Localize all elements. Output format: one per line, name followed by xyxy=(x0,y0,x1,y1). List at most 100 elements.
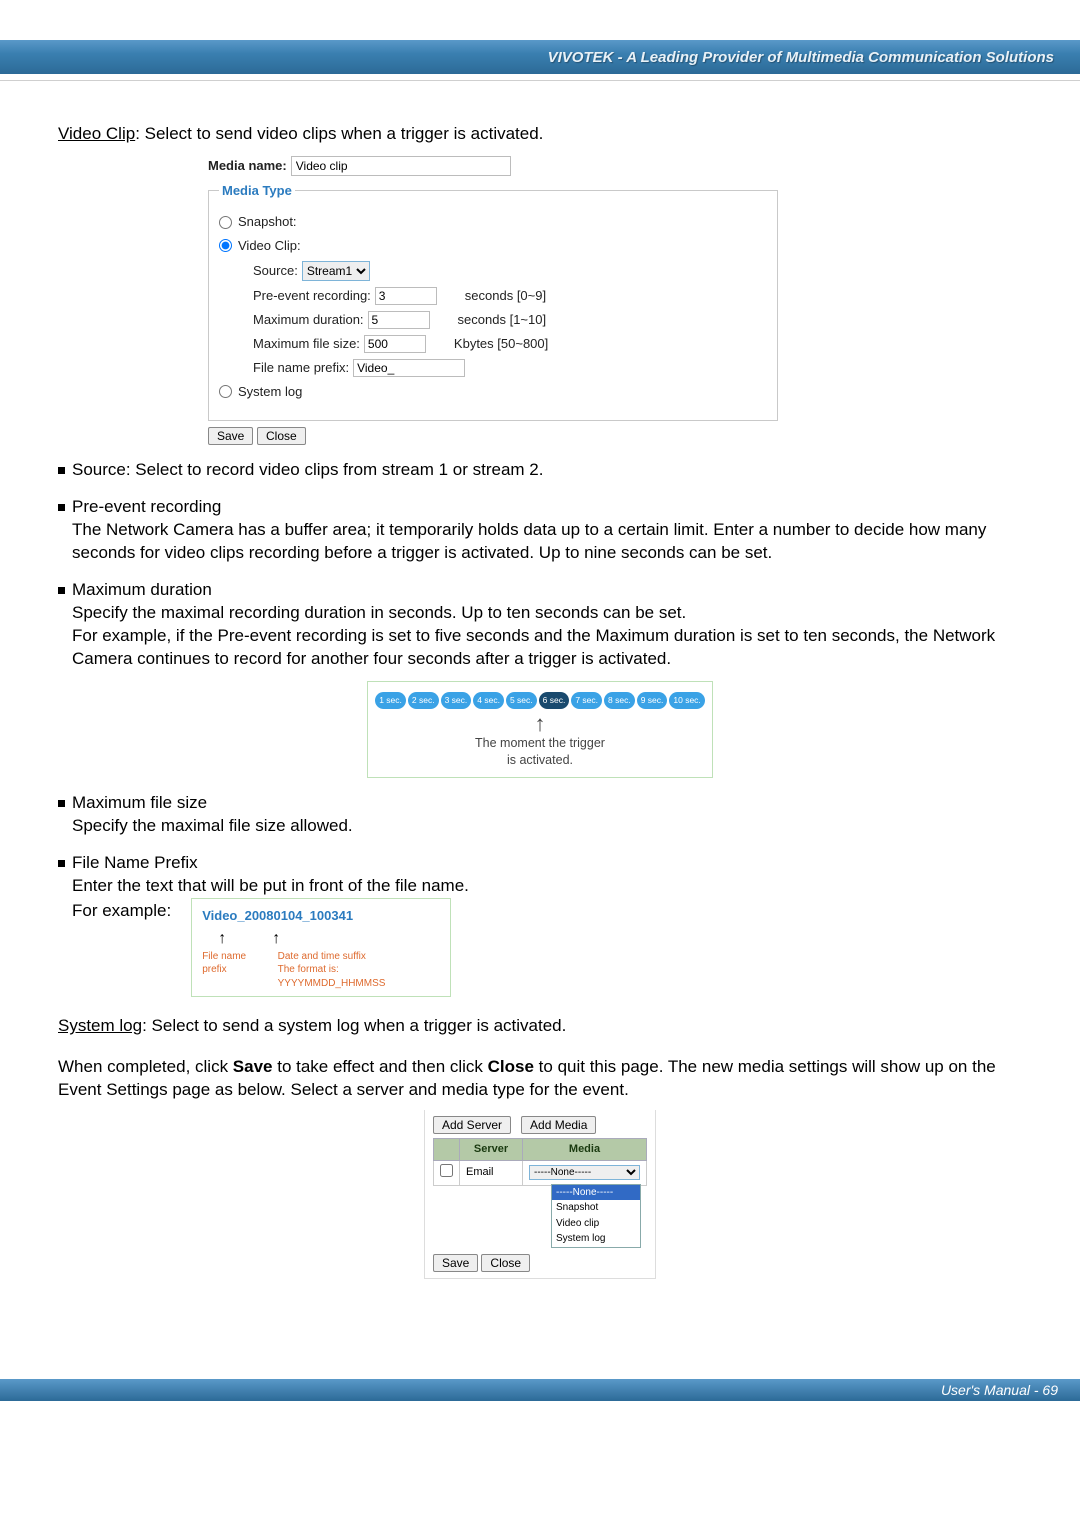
max-duration-heading: Maximum duration xyxy=(72,579,1022,602)
system-log-paragraph: System log: Select to send a system log … xyxy=(58,1015,1022,1038)
video-clip-intro: Video Clip: Select to send video clips w… xyxy=(58,123,1022,146)
system-log-label-option: System log xyxy=(238,383,302,401)
suffix-label-1: Date and time suffix xyxy=(278,951,366,962)
mini-close-button[interactable]: Close xyxy=(481,1254,530,1272)
arrow-up-icon: ↑ xyxy=(374,713,706,735)
pill-active: 6 sec. xyxy=(539,692,570,709)
pre-event-suffix: seconds [0~9] xyxy=(465,287,546,305)
bullet-icon xyxy=(58,860,65,867)
media-name-input[interactable] xyxy=(291,156,511,176)
pill: 2 sec. xyxy=(408,692,439,709)
bullet-pre-event: Pre-event recording The Network Camera h… xyxy=(58,496,1022,565)
page-header: VIVOTEK - A Leading Provider of Multimed… xyxy=(0,40,1080,74)
row-checkbox[interactable] xyxy=(440,1164,453,1177)
dropdown-option[interactable]: Video clip xyxy=(552,1216,640,1232)
max-duration-label: Maximum duration: xyxy=(253,311,364,329)
media-type-legend: Media Type xyxy=(219,182,295,200)
media-type-fieldset: Media Type Snapshot: Video Clip: Source:… xyxy=(208,182,778,421)
page-footer: User's Manual - 69 xyxy=(0,1379,1080,1401)
media-dropdown-open[interactable]: -----None----- Snapshot Video clip Syste… xyxy=(551,1184,641,1248)
max-size-suffix: Kbytes [50~800] xyxy=(454,335,548,353)
th-server: Server xyxy=(460,1139,523,1161)
source-select[interactable]: Stream1 xyxy=(302,261,370,281)
prefix-label: File name prefix xyxy=(202,950,269,991)
snapshot-label: Snapshot: xyxy=(238,213,297,231)
bullet-icon xyxy=(58,587,65,594)
arrow-up-icon: ↑ xyxy=(218,928,226,950)
file-prefix-input[interactable] xyxy=(353,359,465,377)
bullet-file-prefix: File Name Prefix Enter the text that wil… xyxy=(58,852,1022,998)
server-media-table: Server Media Email -----None----- xyxy=(433,1138,647,1186)
pill: 5 sec. xyxy=(506,692,537,709)
table-row: Email -----None----- xyxy=(434,1160,647,1185)
arrow-up-icon: ↑ xyxy=(272,928,280,950)
for-example-label: For example: xyxy=(72,900,171,923)
timeline-pills: 1 sec. 2 sec. 3 sec. 4 sec. 5 sec. 6 sec… xyxy=(374,692,706,709)
prefix-example-box: Video_20080104_100341 ↑ ↑ File name pref… xyxy=(191,898,451,998)
pill: 8 sec. xyxy=(604,692,635,709)
pre-event-body: The Network Camera has a buffer area; it… xyxy=(72,519,1022,565)
add-server-button[interactable]: Add Server xyxy=(433,1116,511,1134)
save-word: Save xyxy=(233,1057,273,1076)
system-log-radio[interactable] xyxy=(219,385,232,398)
max-duration-suffix: seconds [1~10] xyxy=(458,311,547,329)
dropdown-option[interactable]: -----None----- xyxy=(552,1185,640,1201)
media-name-label: Media name: xyxy=(208,157,287,175)
close-word: Close xyxy=(488,1057,534,1076)
pill: 9 sec. xyxy=(637,692,668,709)
file-prefix-label: File name prefix: xyxy=(253,359,349,377)
pill: 3 sec. xyxy=(441,692,472,709)
add-media-button[interactable]: Add Media xyxy=(521,1116,596,1134)
video-clip-desc: : Select to send video clips when a trig… xyxy=(135,124,543,143)
video-clip-label-option: Video Clip: xyxy=(238,237,301,255)
example-filename: Video_20080104_100341 xyxy=(202,907,440,925)
max-size-body: Specify the maximal file size allowed. xyxy=(72,815,1022,838)
file-prefix-heading: File Name Prefix xyxy=(72,852,1022,875)
max-duration-input[interactable] xyxy=(368,311,430,329)
pill: 10 sec. xyxy=(669,692,704,709)
closing-paragraph: When completed, click Save to take effec… xyxy=(58,1056,1022,1102)
max-size-input[interactable] xyxy=(364,335,426,353)
video-clip-radio[interactable] xyxy=(219,239,232,252)
video-clip-label: Video Clip xyxy=(58,124,135,143)
save-button[interactable]: Save xyxy=(208,427,253,445)
mini-save-button[interactable]: Save xyxy=(433,1254,478,1272)
pill: 1 sec. xyxy=(375,692,406,709)
bullet-source: Source: Select to record video clips fro… xyxy=(58,459,1022,482)
bullet-icon xyxy=(58,467,65,474)
timeline-diagram: 1 sec. 2 sec. 3 sec. 4 sec. 5 sec. 6 sec… xyxy=(367,681,713,778)
dropdown-option[interactable]: Snapshot xyxy=(552,1200,640,1216)
timeline-caption1: The moment the trigger xyxy=(374,735,706,752)
max-size-label: Maximum file size: xyxy=(253,335,360,353)
page-content: Video Clip: Select to send video clips w… xyxy=(0,123,1080,1329)
divider xyxy=(0,80,1080,81)
dropdown-option[interactable]: System log xyxy=(552,1231,640,1247)
pill: 7 sec. xyxy=(571,692,602,709)
close-button[interactable]: Close xyxy=(257,427,306,445)
media-type-panel: Media name: Media Type Snapshot: Video C… xyxy=(208,156,778,445)
bullet-icon xyxy=(58,800,65,807)
pre-event-input[interactable] xyxy=(375,287,437,305)
th-media: Media xyxy=(523,1139,647,1161)
max-duration-line1: Specify the maximal recording duration i… xyxy=(72,602,1022,625)
media-select[interactable]: -----None----- xyxy=(529,1165,640,1180)
footer-text: User's Manual - 69 xyxy=(941,1382,1058,1398)
system-log-label: System log xyxy=(58,1016,142,1035)
max-size-heading: Maximum file size xyxy=(72,792,1022,815)
video-clip-options: Source: Stream1 Pre-event recording: sec… xyxy=(253,261,767,377)
pre-event-heading: Pre-event recording xyxy=(72,496,1022,519)
source-label: Source: xyxy=(253,262,298,280)
pill: 4 sec. xyxy=(473,692,504,709)
bullet-icon xyxy=(58,504,65,511)
pre-event-label: Pre-event recording: xyxy=(253,287,371,305)
brand-text: VIVOTEK - A Leading Provider of Multimed… xyxy=(548,49,1054,66)
bullet-source-text: Source: Select to record video clips fro… xyxy=(72,459,1022,482)
bullet-max-duration: Maximum duration Specify the maximal rec… xyxy=(58,579,1022,671)
max-duration-line2: For example, if the Pre-event recording … xyxy=(72,625,1022,671)
suffix-label-2: The format is: YYYYMMDD_HHMMSS xyxy=(278,964,386,989)
row-server: Email xyxy=(460,1160,523,1185)
file-prefix-body: Enter the text that will be put in front… xyxy=(72,875,1022,898)
bullet-max-size: Maximum file size Specify the maximal fi… xyxy=(58,792,1022,838)
snapshot-radio[interactable] xyxy=(219,216,232,229)
system-log-desc: : Select to send a system log when a tri… xyxy=(142,1016,566,1035)
